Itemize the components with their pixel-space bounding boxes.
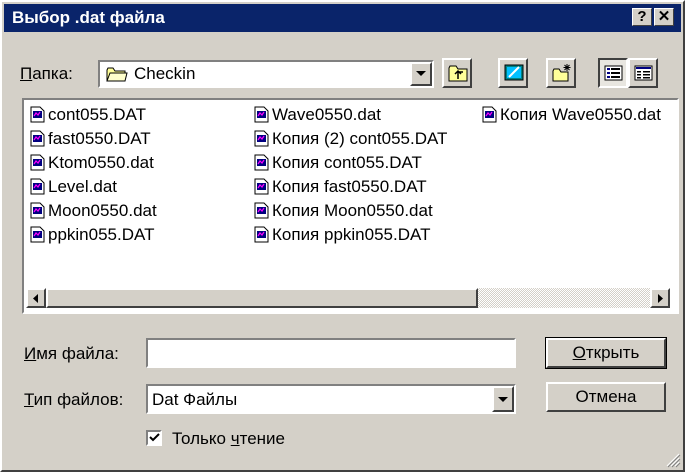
file-icon — [30, 202, 45, 219]
file-item[interactable]: Ktom0550.dat — [30, 152, 154, 174]
file-icon — [30, 106, 45, 123]
file-icon — [30, 130, 45, 147]
scroll-thumb[interactable] — [46, 288, 478, 308]
new-folder-button[interactable] — [546, 58, 576, 88]
scroll-right-button[interactable] — [650, 288, 670, 308]
file-item[interactable]: Wave0550.dat — [254, 104, 381, 126]
details-view-icon — [634, 65, 653, 81]
file-icon — [254, 226, 269, 243]
file-name-label: Имя файла: — [24, 344, 119, 363]
file-item[interactable]: Moon0550.dat — [30, 200, 157, 222]
file-name: Копия fast0550.DAT — [272, 177, 427, 196]
file-name: Копия Moon0550.dat — [272, 201, 433, 220]
look-in-label: Папка: — [20, 64, 73, 83]
checkmark-icon — [149, 433, 160, 442]
file-type-combo[interactable]: Dat Файлы — [146, 384, 516, 414]
file-icon — [254, 178, 269, 195]
file-icon — [30, 178, 45, 195]
file-name: ppkin055.DAT — [48, 225, 155, 244]
open-file-dialog: Выбор .dat файла ? ✕ Папка: Checkin cont… — [0, 0, 685, 472]
file-item[interactable]: Копия Moon0550.dat — [254, 200, 433, 222]
open-button[interactable]: Открыть — [545, 337, 667, 369]
up-one-level-button[interactable] — [442, 58, 472, 88]
list-view-button[interactable] — [598, 58, 628, 88]
resize-grip-icon[interactable] — [665, 452, 681, 468]
file-icon — [30, 226, 45, 243]
help-button[interactable]: ? — [632, 8, 652, 26]
list-view-icon — [604, 65, 623, 81]
file-name: Ktom0550.dat — [48, 153, 154, 172]
file-name: cont055.DAT — [48, 105, 146, 124]
chevron-down-icon — [498, 397, 508, 402]
file-icon — [30, 154, 45, 171]
folder-icon — [106, 67, 128, 82]
window-title: Выбор .dat файла — [12, 8, 165, 27]
file-item[interactable]: Копия fast0550.DAT — [254, 176, 427, 198]
close-icon: ✕ — [657, 8, 671, 25]
file-item[interactable]: Копия ppkin055.DAT — [254, 224, 430, 246]
file-name: Moon0550.dat — [48, 201, 157, 220]
file-type-value: Dat Файлы — [152, 390, 238, 409]
file-name: fast0550.DAT — [48, 129, 151, 148]
file-type-label: Тип файлов: — [24, 390, 124, 409]
file-type-dropdown-button[interactable] — [492, 386, 514, 412]
horizontal-scrollbar[interactable] — [26, 288, 675, 310]
file-item[interactable]: cont055.DAT — [30, 104, 146, 126]
help-icon: ? — [637, 8, 647, 25]
details-view-button[interactable] — [628, 58, 658, 88]
file-name-input[interactable] — [146, 338, 516, 368]
file-icon — [254, 154, 269, 171]
read-only-checkbox[interactable] — [146, 430, 162, 446]
desktop-icon — [504, 64, 524, 81]
file-item[interactable]: Level.dat — [30, 176, 117, 198]
file-item[interactable]: Копия cont055.DAT — [254, 152, 422, 174]
arrow-right-icon — [658, 294, 663, 303]
cancel-button[interactable]: Отмена — [546, 382, 666, 412]
read-only-label: Только чтение — [172, 429, 285, 448]
file-icon — [254, 106, 269, 123]
look-in-value: Checkin — [134, 64, 196, 83]
look-in-combo[interactable]: Checkin — [98, 60, 434, 88]
file-icon — [254, 202, 269, 219]
file-item[interactable]: ppkin055.DAT — [30, 224, 154, 246]
file-name: Копия Wave0550.dat — [500, 105, 661, 124]
close-button[interactable]: ✕ — [654, 8, 674, 26]
file-name: Копия cont055.DAT — [272, 153, 422, 172]
new-folder-icon — [552, 64, 571, 82]
arrow-left-icon — [33, 294, 38, 303]
file-name: Level.dat — [48, 177, 117, 196]
title-bar: Выбор .dat файла ? ✕ — [4, 4, 681, 32]
file-item[interactable]: Копия Wave0550.dat — [482, 104, 661, 126]
chevron-down-icon — [416, 71, 426, 76]
file-list[interactable]: cont055.DAT fast0550.DAT Ktom0550.dat Level… — [22, 98, 679, 314]
file-name: Wave0550.dat — [272, 105, 381, 124]
file-icon — [254, 130, 269, 147]
file-name: Копия (2) cont055.DAT — [272, 129, 448, 148]
file-icon — [482, 106, 497, 123]
file-item[interactable]: fast0550.DAT — [30, 128, 151, 150]
desktop-button[interactable] — [498, 58, 528, 88]
file-item[interactable]: Копия (2) cont055.DAT — [254, 128, 447, 150]
look-in-dropdown-button[interactable] — [410, 62, 432, 86]
scroll-left-button[interactable] — [26, 288, 46, 308]
file-name: Копия ppkin055.DAT — [272, 225, 431, 244]
folder-up-icon — [448, 65, 468, 82]
